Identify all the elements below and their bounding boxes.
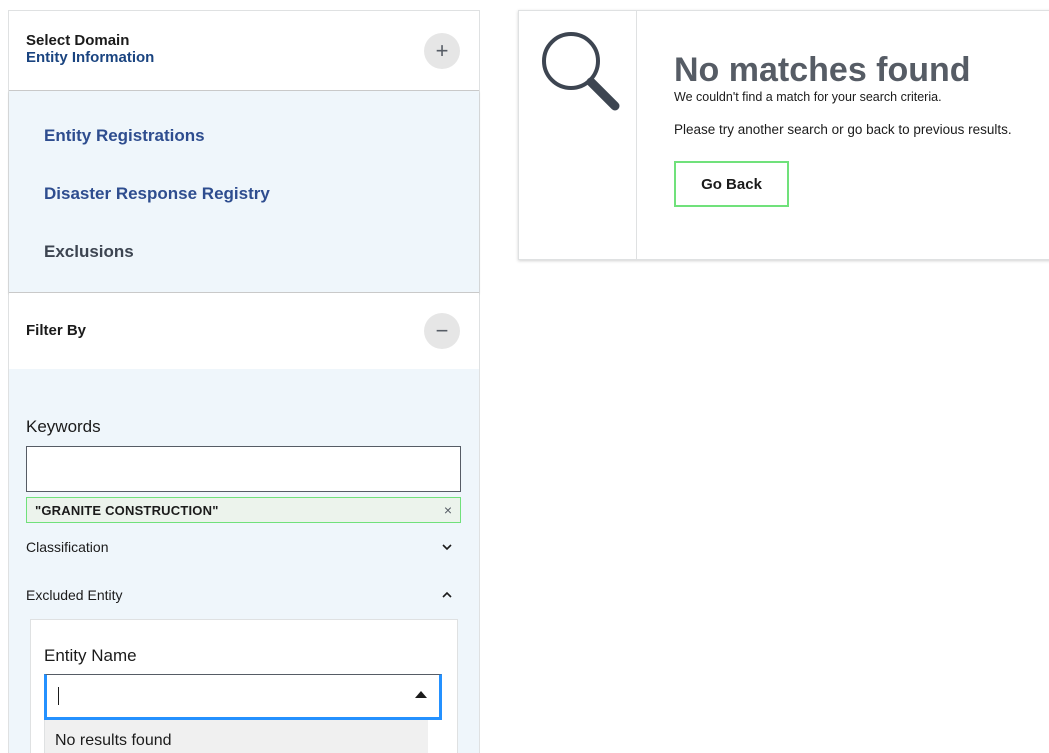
magnifying-glass-icon: [542, 32, 620, 111]
result-title: No matches found: [674, 51, 971, 89]
page: Select Domain Entity Information + Entit…: [0, 0, 1049, 753]
no-results-option: No results found: [44, 720, 428, 753]
domain-item-disaster-response-registry[interactable]: Disaster Response Registry: [9, 165, 479, 223]
text-cursor: [58, 687, 59, 705]
domain-list: Entity Registrations Disaster Response R…: [9, 91, 479, 293]
sidebar: Select Domain Entity Information + Entit…: [8, 10, 480, 753]
keywords-input[interactable]: [26, 446, 461, 492]
go-back-button[interactable]: Go Back: [674, 161, 789, 207]
chevron-down-icon: [442, 544, 452, 551]
excluded-entity-label: Excluded Entity: [26, 587, 123, 603]
classification-label: Classification: [26, 539, 109, 555]
collapse-filter-button[interactable]: −: [424, 313, 460, 349]
plus-icon: +: [435, 38, 449, 63]
selected-domain: Entity Information: [26, 49, 155, 66]
remove-tag-icon[interactable]: ×: [444, 502, 452, 518]
icon-column: [519, 11, 637, 259]
entity-name-panel: Entity Name No results found: [30, 619, 458, 753]
chevron-up-icon: [442, 591, 452, 598]
no-results-card: No matches found We couldn't find a matc…: [518, 10, 1049, 260]
domain-item-exclusions[interactable]: Exclusions: [9, 223, 479, 281]
expand-domain-button[interactable]: +: [424, 33, 460, 69]
result-message: We couldn't find a match for your search…: [674, 90, 942, 104]
excluded-entity-accordion[interactable]: Excluded Entity: [26, 571, 461, 619]
domain-item-entity-registrations[interactable]: Entity Registrations: [9, 107, 479, 165]
filter-title: Filter By: [26, 322, 87, 339]
entity-name-label: Entity Name: [44, 646, 137, 665]
keywords-label: Keywords: [26, 417, 101, 436]
domain-accordion-header[interactable]: Select Domain Entity Information +: [9, 11, 479, 91]
keyword-tag-text: "GRANITE CONSTRUCTION": [35, 502, 219, 518]
result-hint: Please try another search or go back to …: [674, 122, 1012, 137]
result-content: No matches found We couldn't find a matc…: [674, 51, 1012, 207]
caret-up-icon[interactable]: [415, 691, 427, 698]
classification-accordion[interactable]: Classification: [26, 523, 461, 571]
keyword-tag: "GRANITE CONSTRUCTION" ×: [26, 497, 461, 523]
entity-name-combobox[interactable]: [44, 674, 442, 720]
minus-icon: −: [435, 318, 449, 343]
filter-panel: Keywords "GRANITE CONSTRUCTION" × Classi…: [9, 369, 479, 753]
domain-label: Select Domain: [26, 32, 130, 49]
filter-accordion-header[interactable]: Filter By −: [9, 293, 479, 369]
